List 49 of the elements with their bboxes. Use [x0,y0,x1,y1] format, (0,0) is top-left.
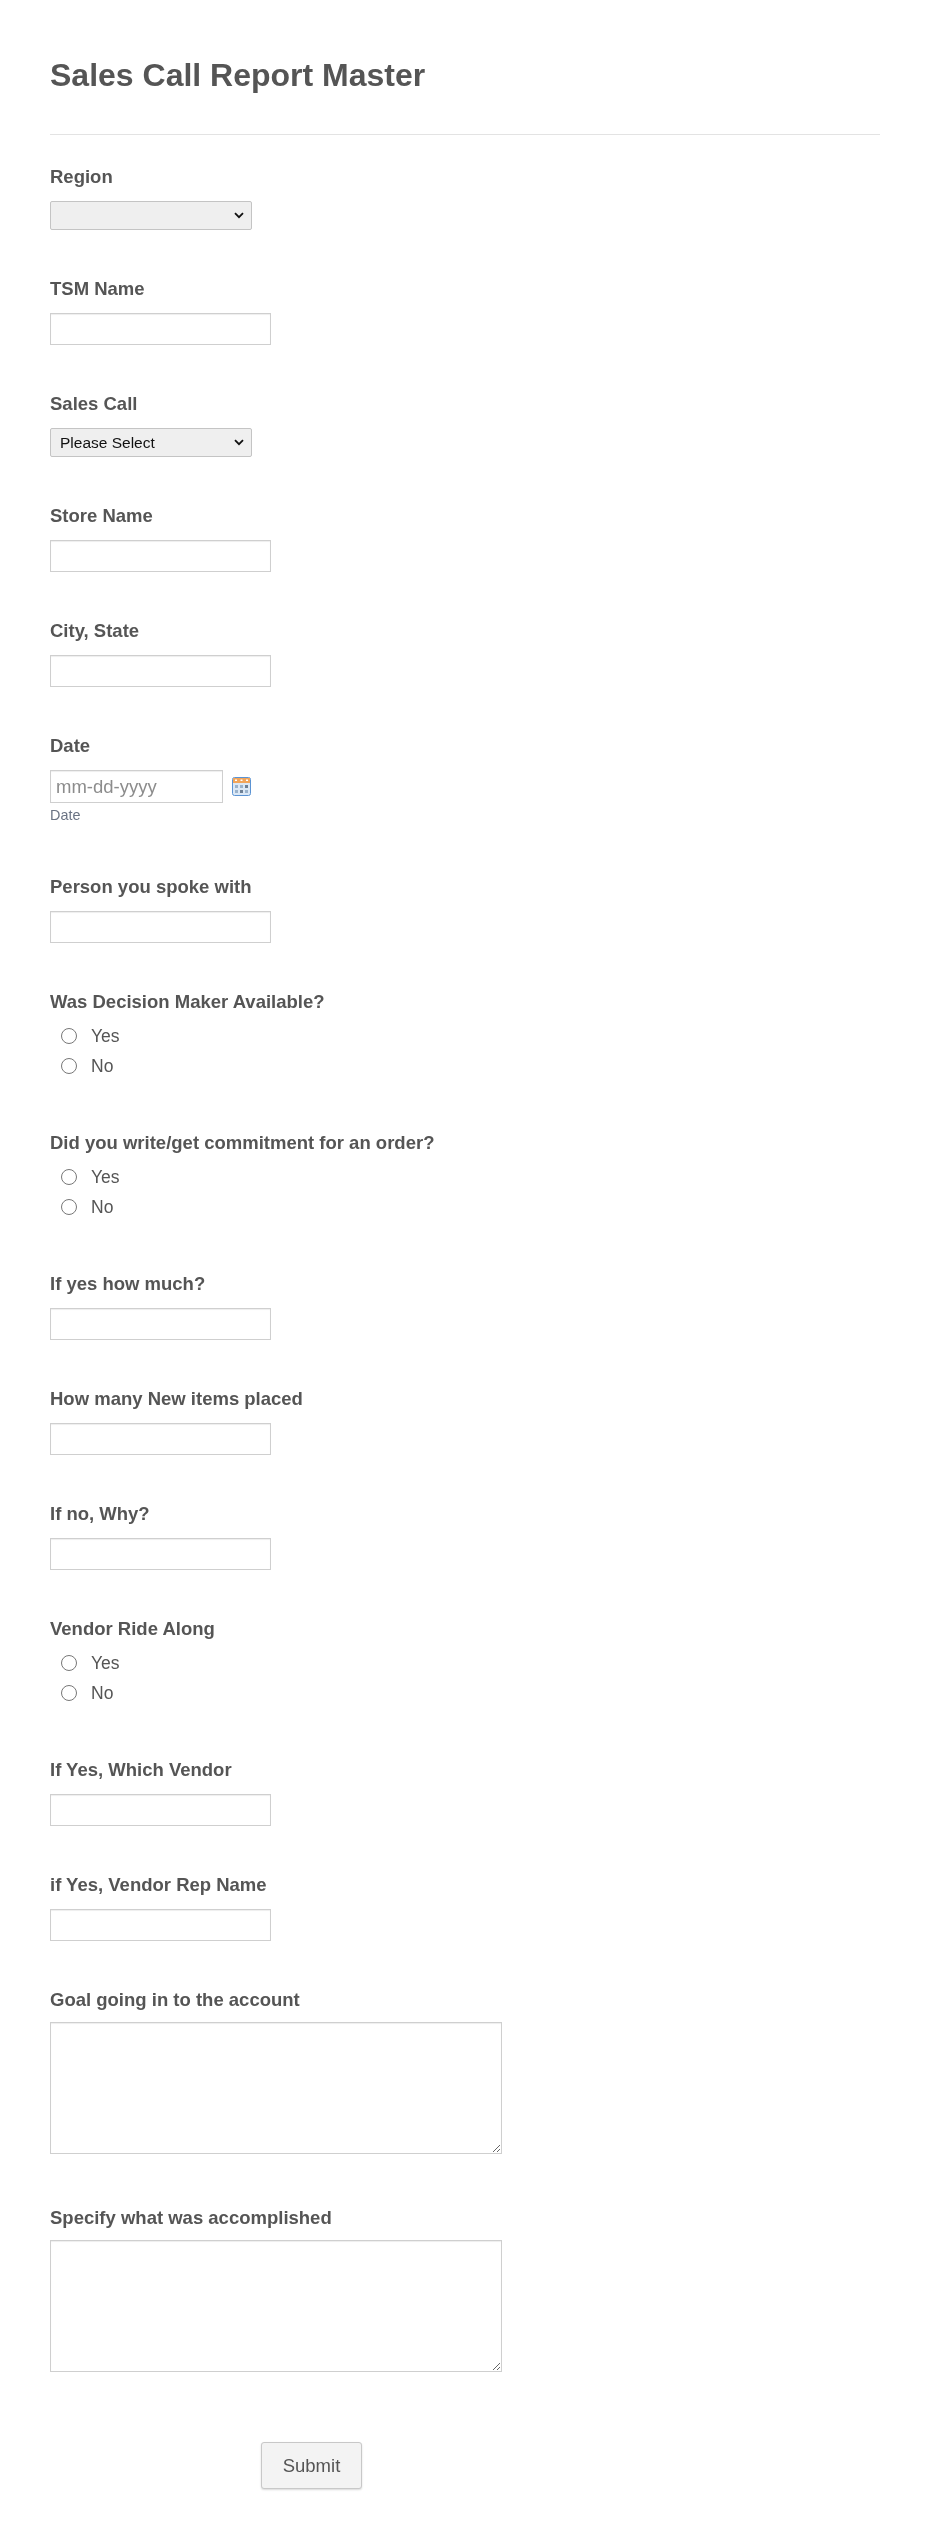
form-title: Sales Call Report Master [50,56,426,94]
field-label: If no, Why? [50,1503,150,1525]
field-label: Vendor Ride Along [50,1618,215,1640]
field-label: Specify what was accomplished [50,2207,332,2229]
text-field[interactable] [50,1794,271,1826]
radio-button[interactable] [61,1169,77,1185]
option-label[interactable]: Yes [91,1166,120,1188]
radio-button[interactable] [61,1058,77,1074]
caret-icon [234,439,244,446]
field-label: if Yes, Vendor Rep Name [50,1874,267,1896]
radio-button[interactable] [61,1199,77,1215]
field-label: City, State [50,620,140,642]
field-label: Was Decision Maker Available? [50,991,325,1013]
text-field[interactable] [50,655,271,687]
option-label[interactable]: Yes [91,1025,120,1047]
date-field[interactable]: mm-dd-yyyy [50,770,223,803]
text-field[interactable] [50,911,271,943]
submit-button[interactable]: Submit [261,2442,362,2489]
text-field[interactable] [50,1538,271,1570]
field-label: Date [50,735,91,757]
text-field[interactable] [50,1909,271,1941]
field-label: Did you write/get commitment for an order? [50,1132,435,1154]
field-label: Region [50,166,113,188]
radio-button[interactable] [61,1685,77,1701]
radio-button[interactable] [61,1028,77,1044]
caret-icon [234,212,244,219]
text-area[interactable] [50,2022,502,2154]
dropdown[interactable] [50,201,252,230]
field-label: If yes how much? [50,1273,206,1295]
field-label: How many New items placed [50,1388,303,1410]
field-sublabel: Date [50,806,81,824]
dropdown[interactable]: Please Select [50,428,252,457]
field-label: Store Name [50,505,153,527]
text-field[interactable] [50,1423,271,1455]
option-label[interactable]: No [91,1682,114,1704]
field-label: TSM Name [50,278,145,300]
text-field[interactable] [50,313,271,345]
text-field[interactable] [50,1308,271,1340]
option-label[interactable]: No [91,1055,114,1077]
field-label: Sales Call [50,393,138,415]
calendar-icon[interactable] [232,777,251,796]
radio-button[interactable] [61,1655,77,1671]
option-label[interactable]: No [91,1196,114,1218]
text-field[interactable] [50,540,271,572]
text-area[interactable] [50,2240,502,2372]
field-label: Goal going in to the account [50,1989,300,2011]
field-label: If Yes, Which Vendor [50,1759,232,1781]
field-label: Person you spoke with [50,876,252,898]
option-label[interactable]: Yes [91,1652,120,1674]
